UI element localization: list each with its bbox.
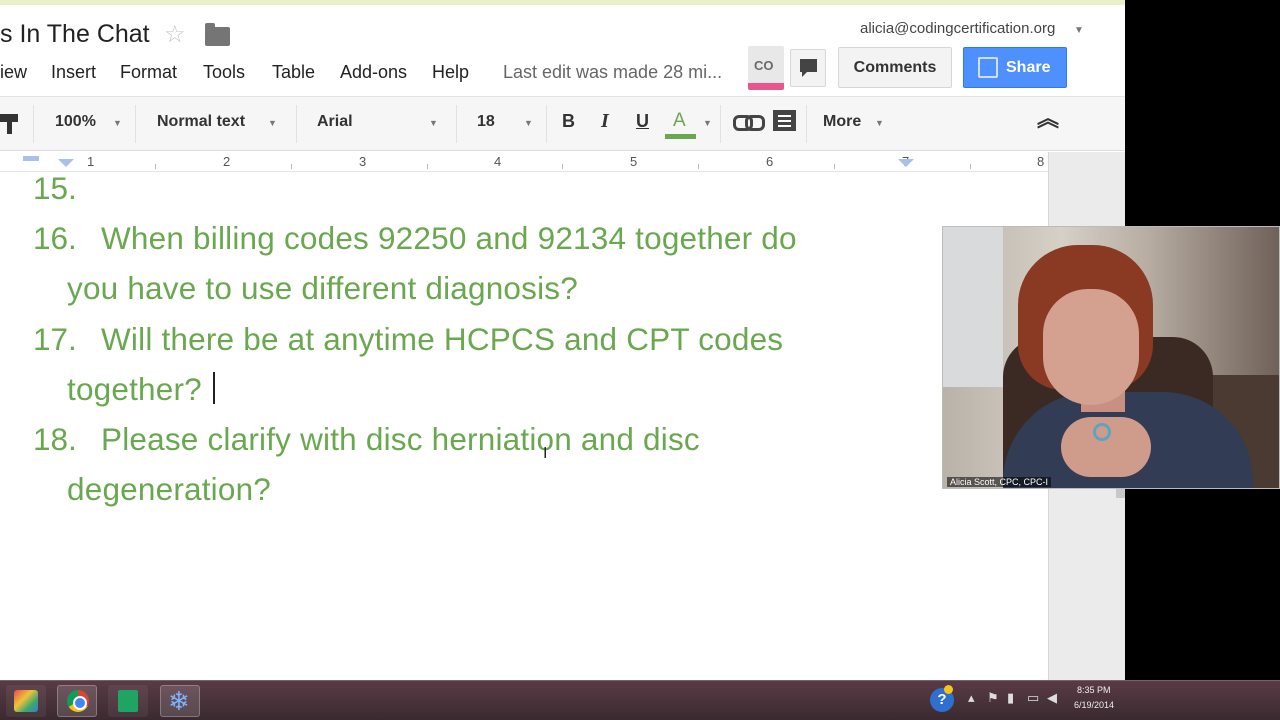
- volume-icon[interactable]: ◀: [1047, 690, 1057, 706]
- folder-icon[interactable]: [205, 23, 230, 46]
- apps-launcher-icon[interactable]: [6, 685, 46, 717]
- network-icon[interactable]: ▮: [1007, 690, 1014, 706]
- ruler-number: 1: [87, 154, 95, 169]
- document-page[interactable]: 15. 16. When billing codes 92250 and 921…: [0, 170, 1048, 680]
- help-tray-icon[interactable]: ?: [930, 685, 954, 712]
- display-icon[interactable]: ▭: [1027, 690, 1039, 706]
- chevron-down-icon[interactable]: ▼: [268, 118, 277, 128]
- menu-insert[interactable]: Insert: [51, 62, 96, 83]
- chevron-down-icon[interactable]: ▼: [429, 118, 438, 128]
- share-icon: [978, 57, 998, 78]
- underline-button[interactable]: U: [636, 111, 649, 132]
- ruler-number: 5: [630, 154, 638, 169]
- right-indent-marker[interactable]: [898, 159, 914, 167]
- italic-button[interactable]: I: [601, 110, 609, 133]
- ruler-tick: [562, 164, 563, 169]
- list-number: 15.: [33, 170, 77, 206]
- ruler-tick: [698, 164, 699, 169]
- link-icon[interactable]: [733, 113, 765, 131]
- list-number: 16.: [33, 220, 77, 256]
- menu-view[interactable]: iew: [0, 62, 27, 83]
- webcam-caption: Alicia Scott, CPC, CPC-I: [947, 477, 1052, 487]
- collaborator-initials: CO: [754, 58, 774, 73]
- paint-format-icon[interactable]: [0, 114, 18, 134]
- chevron-down-icon[interactable]: ▼: [875, 118, 884, 128]
- chevron-down-icon[interactable]: ▼: [1074, 25, 1084, 36]
- list-number: 17.: [33, 321, 77, 357]
- menu-help[interactable]: Help: [432, 62, 469, 83]
- toolbar-divider: [296, 105, 297, 143]
- star-icon[interactable]: ☆: [164, 20, 186, 50]
- text-cursor: [213, 372, 215, 404]
- list-item-text[interactable]: together?: [67, 371, 202, 408]
- font-size-select[interactable]: 18: [477, 113, 495, 131]
- ruler[interactable]: 1 2 3 4 5 6 7 8: [0, 152, 1048, 172]
- snowflake-app-icon[interactable]: ❄: [160, 685, 200, 717]
- toolbar-divider: [546, 105, 547, 143]
- clock-date[interactable]: 6/19/2014: [1074, 700, 1114, 710]
- ruler-tick: [970, 164, 971, 169]
- webcam-window-light: [943, 227, 1003, 387]
- scrollbar-thumb[interactable]: [1116, 489, 1125, 498]
- chat-button[interactable]: [790, 49, 826, 87]
- chevron-down-icon[interactable]: ▼: [113, 118, 122, 128]
- chrome-icon[interactable]: [57, 685, 97, 717]
- comments-button[interactable]: Comments: [838, 47, 952, 88]
- ruler-tick: [834, 164, 835, 169]
- toolbar-divider: [33, 105, 34, 143]
- last-edit-status[interactable]: Last edit was made 28 mi...: [503, 62, 722, 83]
- flag-icon[interactable]: ⚑: [987, 690, 999, 706]
- ruler-number: 6: [766, 154, 774, 169]
- menu-tools[interactable]: Tools: [203, 62, 245, 83]
- list-item-text[interactable]: you have to use different diagnosis?: [67, 270, 578, 307]
- top-stripe: [0, 0, 1125, 5]
- list-number: 18.: [33, 421, 77, 457]
- webcam-person-face: [1043, 289, 1139, 405]
- first-line-indent-marker[interactable]: [23, 156, 39, 161]
- toolbar-divider: [135, 105, 136, 143]
- chat-icon: [800, 59, 817, 77]
- style-select[interactable]: Normal text: [157, 113, 245, 131]
- font-select[interactable]: Arial: [317, 113, 353, 131]
- collapse-menus-icon[interactable]: ︽: [1037, 108, 1059, 130]
- bold-button[interactable]: B: [562, 111, 575, 132]
- ruler-tick: [155, 164, 156, 169]
- menu-format[interactable]: Format: [120, 62, 177, 83]
- ruler-tick: [427, 164, 428, 169]
- share-button[interactable]: Share: [963, 47, 1067, 88]
- list-item-text[interactable]: degeneration?: [67, 471, 271, 508]
- list-item-text[interactable]: Will there be at anytime HCPCS and CPT c…: [101, 321, 783, 358]
- left-indent-marker[interactable]: [58, 159, 74, 167]
- text-color-swatch: [665, 134, 696, 139]
- ruler-number: 8: [1037, 154, 1045, 169]
- webcam-overlay: Alicia Scott, CPC, CPC-I: [942, 226, 1280, 489]
- more-button[interactable]: More: [823, 113, 861, 131]
- chevron-down-icon[interactable]: ▼: [703, 118, 712, 128]
- insert-comment-icon[interactable]: [773, 110, 796, 131]
- menu-addons[interactable]: Add-ons: [340, 62, 407, 83]
- toolbar-divider: [456, 105, 457, 143]
- zoom-select[interactable]: 100%: [55, 113, 96, 131]
- collaborator-avatar[interactable]: CO: [748, 46, 784, 90]
- menu-table[interactable]: Table: [272, 62, 315, 83]
- document-title[interactable]: s In The Chat: [0, 20, 150, 49]
- ibeam-cursor-icon: I: [543, 445, 548, 462]
- list-item-text[interactable]: Please clarify with disc herniation and …: [101, 421, 700, 458]
- tray-expand-icon[interactable]: ▴: [968, 690, 975, 706]
- list-item-text[interactable]: When billing codes 92250 and 92134 toget…: [101, 220, 797, 257]
- chevron-down-icon[interactable]: ▼: [524, 118, 533, 128]
- toolbar-divider: [806, 105, 807, 143]
- share-label: Share: [1006, 59, 1051, 76]
- clock-time[interactable]: 8:35 PM: [1077, 685, 1111, 695]
- toolbar: 100% ▼ Normal text ▼ Arial ▼ 18 ▼ B I U …: [0, 96, 1125, 151]
- text-color-button[interactable]: A: [673, 110, 686, 132]
- toolbar-divider: [720, 105, 721, 143]
- ruler-number: 3: [359, 154, 367, 169]
- account-email[interactable]: alicia@codingcertification.org: [860, 20, 1055, 37]
- webcam-pendant: [1093, 423, 1111, 441]
- ruler-tick: [291, 164, 292, 169]
- ruler-number: 2: [223, 154, 231, 169]
- spreadsheet-icon[interactable]: [108, 685, 148, 717]
- ruler-number: 4: [494, 154, 502, 169]
